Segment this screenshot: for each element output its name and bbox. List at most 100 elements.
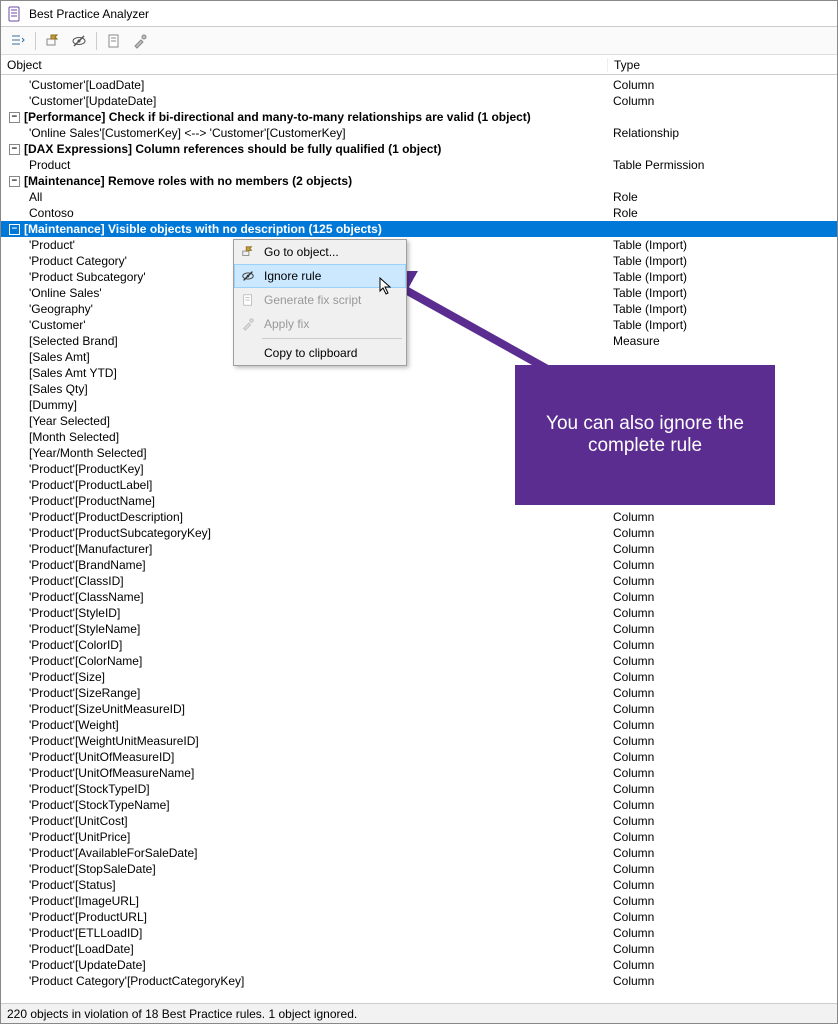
tree-item-row[interactable]: 'Product'[SizeRange]Column — [1, 685, 837, 701]
row-type-label: Column — [607, 509, 837, 525]
tree-item-row[interactable]: 'Product'Table (Import) — [1, 237, 837, 253]
row-object-label: [Year Selected] — [29, 413, 110, 429]
tree-item-row[interactable]: 'Product'[AvailableForSaleDate]Column — [1, 845, 837, 861]
menu-item[interactable]: Go to object... — [234, 240, 406, 264]
tree-item-row[interactable]: 'Product'[Manufacturer]Column — [1, 541, 837, 557]
tree-item-row[interactable]: 'Product'[BrandName]Column — [1, 557, 837, 573]
status-bar: 220 objects in violation of 18 Best Prac… — [1, 1003, 837, 1023]
row-type-label: Column — [607, 589, 837, 605]
menu-item[interactable]: Ignore rule — [234, 264, 406, 288]
tree-item-row[interactable]: 'Product'[UnitOfMeasureName]Column — [1, 765, 837, 781]
toolbar-expand-collapse-button[interactable] — [7, 30, 29, 52]
row-object-label: [Maintenance] Remove roles with no membe… — [24, 173, 352, 189]
row-object-label: 'Product'[UnitOfMeasureID] — [29, 749, 174, 765]
tree-item-row[interactable]: All Role — [1, 189, 837, 205]
toolbar-fix-button[interactable] — [129, 30, 151, 52]
row-object-label: All — [29, 189, 42, 205]
row-type-label: Column — [607, 525, 837, 541]
tree-item-row[interactable]: 'Product'[SizeUnitMeasureID]Column — [1, 701, 837, 717]
tree-item-row[interactable]: 'Product'[StyleID]Column — [1, 605, 837, 621]
menu-item-label: Apply fix — [264, 317, 309, 331]
row-type-label: Role — [607, 205, 837, 221]
row-type-label — [607, 173, 837, 189]
menu-item-label: Go to object... — [264, 245, 339, 259]
tree-item-row[interactable]: Contoso Role — [1, 205, 837, 221]
menu-item: Apply fix — [234, 312, 406, 336]
tree-item-row[interactable]: 'Product'[ClassID]Column — [1, 573, 837, 589]
row-object-label: 'Product'[ProductDescription] — [29, 509, 183, 525]
toolbar-separator — [35, 32, 36, 50]
tree-item-row[interactable]: 'Product'[StockTypeID]Column — [1, 781, 837, 797]
tree-item-row[interactable]: 'Product'[ProductSubcategoryKey] Column — [1, 525, 837, 541]
tree-item-row[interactable]: 'Product'[ETLLoadID]Column — [1, 925, 837, 941]
tree-item-row[interactable]: 'Product'[UnitPrice]Column — [1, 829, 837, 845]
tree-item-row[interactable]: 'Product Category' Table (Import) — [1, 253, 837, 269]
row-object-label: 'Product'[ClassID] — [29, 573, 124, 589]
app-icon — [7, 6, 23, 22]
row-type-label: Table (Import) — [607, 317, 837, 333]
row-object-label: 'Product Category' — [29, 253, 127, 269]
tree-item-row[interactable]: 'Product'[ProductURL]Column — [1, 909, 837, 925]
tree-item-row[interactable]: 'Product'[StyleName]Column — [1, 621, 837, 637]
tree-item-row[interactable]: 'Product'[LoadDate]Column — [1, 941, 837, 957]
tree-item-row[interactable]: 'Product'[StopSaleDate]Column — [1, 861, 837, 877]
row-object-label: 'Product'[ProductSubcategoryKey] — [29, 525, 211, 541]
row-object-label: 'Product'[StyleName] — [29, 621, 140, 637]
menu-item: Generate fix script — [234, 288, 406, 312]
tree-item-row[interactable]: 'Product'[ProductDescription] Column — [1, 509, 837, 525]
goto-icon — [240, 244, 256, 260]
tree-item-row[interactable]: 'Product'[Size]Column — [1, 669, 837, 685]
tree-item-row[interactable]: 'Product'[ImageURL]Column — [1, 893, 837, 909]
fix-icon — [240, 316, 256, 332]
row-type-label: Column — [607, 637, 837, 653]
tree-item-row[interactable]: 'Product'[ColorName]Column — [1, 653, 837, 669]
tree-item-row[interactable]: 'Product Category'[ProductCategoryKey]Co… — [1, 973, 837, 989]
row-type-label: Table (Import) — [607, 253, 837, 269]
tree-item-row[interactable]: 'Online Sales'[CustomerKey] <--> 'Custom… — [1, 125, 837, 141]
tree-group-row[interactable]: −[Maintenance] Remove roles with no memb… — [1, 173, 837, 189]
tree-group-row[interactable]: −[Performance] Check if bi-directional a… — [1, 109, 837, 125]
tree-item-row[interactable]: ProductTable Permission — [1, 157, 837, 173]
menu-item[interactable]: Copy to clipboard — [234, 341, 406, 365]
row-object-label: Contoso — [29, 205, 74, 221]
row-type-label: Column — [607, 909, 837, 925]
toolbar-goto-button[interactable] — [42, 30, 64, 52]
tree-item-row[interactable]: 'Product'[StockTypeName]Column — [1, 797, 837, 813]
tree-item-row[interactable]: 'Customer'[LoadDate]Column — [1, 77, 837, 93]
collapse-icon[interactable]: − — [9, 224, 20, 235]
collapse-icon[interactable]: − — [9, 144, 20, 155]
row-object-label: Product — [29, 157, 70, 173]
row-type-label: Table (Import) — [607, 285, 837, 301]
toolbar-ignore-button[interactable] — [68, 30, 90, 52]
collapse-icon[interactable]: − — [9, 176, 20, 187]
row-object-label: [Selected Brand] — [29, 333, 118, 349]
tree-view[interactable]: 'Customer'[LoadDate]Column'Customer'[Upd… — [1, 77, 837, 1001]
column-header-object[interactable]: Object — [1, 58, 607, 72]
row-object-label: 'Product'[UpdateDate] — [29, 957, 146, 973]
tree-item-row[interactable]: 'Product'[UpdateDate]Column — [1, 957, 837, 973]
row-type-label: Column — [607, 861, 837, 877]
collapse-icon[interactable]: − — [9, 112, 20, 123]
column-header-type[interactable]: Type — [607, 58, 837, 72]
row-object-label: 'Product' — [29, 237, 75, 253]
tree-item-row[interactable]: 'Product'[UnitCost]Column — [1, 813, 837, 829]
menu-item-label: Generate fix script — [264, 293, 361, 307]
tree-group-row[interactable]: −[DAX Expressions] Column references sho… — [1, 141, 837, 157]
tree-item-row[interactable]: 'Product'[WeightUnitMeasureID] Column — [1, 733, 837, 749]
tree-item-row[interactable]: 'Product'[ClassName]Column — [1, 589, 837, 605]
tree-item-row[interactable]: 'Customer'[UpdateDate]Column — [1, 93, 837, 109]
menu-item-label: Ignore rule — [264, 269, 321, 283]
tree-item-row[interactable]: 'Product'[ColorID]Column — [1, 637, 837, 653]
tree-item-row[interactable]: 'Product'[Status]Column — [1, 877, 837, 893]
row-type-label: Column — [607, 781, 837, 797]
tree-group-row[interactable]: −[Maintenance] Visible objects with no d… — [1, 221, 837, 237]
row-type-label: Column — [607, 829, 837, 845]
row-object-label: 'Product'[AvailableForSaleDate] — [29, 845, 197, 861]
tree-item-row[interactable]: 'Product'[UnitOfMeasureID]Column — [1, 749, 837, 765]
tree-item-row[interactable]: 'Product'[Weight]Column — [1, 717, 837, 733]
row-type-label: Column — [607, 733, 837, 749]
row-type-label: Role — [607, 189, 837, 205]
row-type-label: Column — [607, 669, 837, 685]
toolbar-script-button[interactable] — [103, 30, 125, 52]
row-object-label: 'Product'[WeightUnitMeasureID] — [29, 733, 199, 749]
